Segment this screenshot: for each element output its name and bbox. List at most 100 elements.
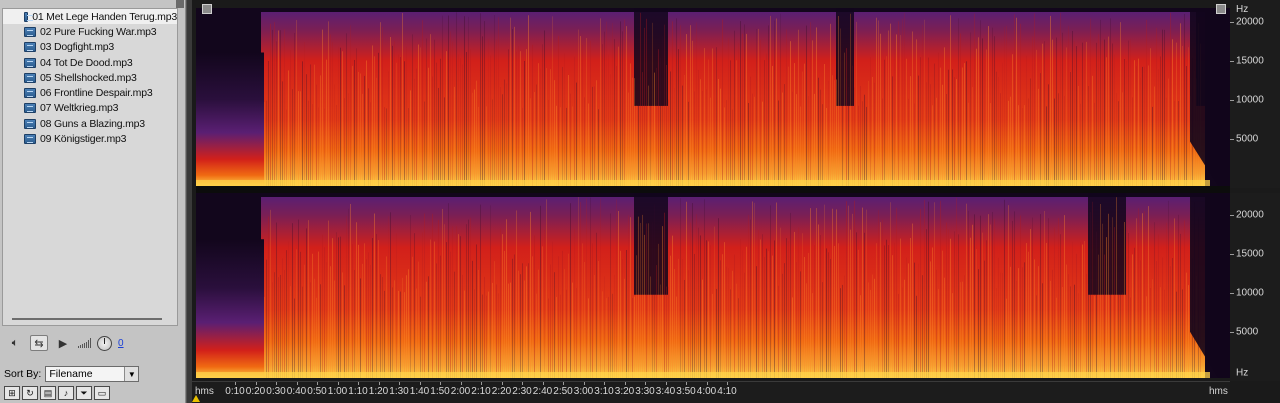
loop-button[interactable]: ⇆ [30, 335, 48, 351]
file-list-item[interactable]: 05 Shellshocked.mp3 [3, 70, 177, 85]
time-label: 3:20 [614, 386, 635, 397]
zoom-corner-left-icon[interactable] [202, 4, 212, 14]
time-tick [235, 382, 236, 385]
file-list-item[interactable]: 07 Weltkrieg.mp3 [3, 101, 177, 116]
freq-label: 10000 [1236, 94, 1264, 106]
freq-tick [1230, 99, 1234, 101]
audio-file-icon [24, 103, 36, 114]
time-label: 3:50 [676, 386, 696, 397]
freq-label: 20000 [1236, 209, 1264, 221]
filter-icon[interactable]: ⏷ [76, 386, 92, 400]
time-tick [542, 382, 544, 385]
time-label: 2:10 [471, 386, 491, 397]
freq-label: 10000 [1236, 287, 1264, 299]
freq-tick [1230, 21, 1234, 23]
frequency-scale-bottom: 20000 15000 10000 5000 Hz [1230, 193, 1280, 381]
volume-knob[interactable] [97, 335, 112, 351]
time-tick [501, 382, 503, 385]
sort-by-select[interactable]: Filename ▼ [45, 366, 140, 382]
freq-label: 5000 [1236, 133, 1259, 145]
refresh-icon[interactable]: ↻ [22, 386, 38, 400]
file-name: 09 Königstiger.mp3 [40, 133, 127, 146]
time-tick [255, 382, 257, 385]
file-list-item[interactable]: 01 Met Lege Handen Terug.mp3 [3, 9, 177, 25]
time-label: 0:30 [266, 386, 286, 397]
time-tick [481, 382, 482, 385]
freq-unit-label: Hz [1236, 4, 1249, 15]
audio-file-icon [24, 88, 36, 99]
time-label: 3:40 [655, 386, 676, 397]
sort-by-label: Sort By: [4, 368, 42, 380]
time-label: 2:20 [491, 386, 512, 397]
zoom-corner-right-icon[interactable] [1216, 4, 1226, 14]
spectral-display[interactable]: 20000 15000 10000 5000 Hz 20000 15000 10000 500… [192, 0, 1280, 403]
time-tick [358, 382, 359, 385]
time-tick [563, 382, 564, 385]
list-scroll-corner[interactable] [176, 0, 184, 8]
file-list-item[interactable]: 06 Frontline Despair.mp3 [3, 85, 177, 100]
time-label: 2:40 [532, 386, 553, 397]
insert-icon[interactable]: ⊞ [4, 386, 20, 400]
file-name: 06 Frontline Despair.mp3 [40, 87, 153, 100]
browser-toolbar: ⊞ ↻ ▤ ♪ ⏷ ▭ [4, 386, 110, 400]
file-list-item[interactable]: 02 Pure Fucking War.mp3 [3, 24, 177, 39]
file-name: 02 Pure Fucking War.mp3 [40, 25, 157, 38]
spectrogram-channel-left[interactable] [196, 8, 1230, 186]
time-tick [706, 382, 708, 385]
options-icon[interactable]: ▭ [94, 386, 110, 400]
file-list-item[interactable]: 04 Tot De Dood.mp3 [3, 55, 177, 70]
film-icon[interactable]: ▤ [40, 386, 56, 400]
time-label: 0:40 [286, 386, 307, 397]
list-horizontal-scrollbar[interactable] [12, 318, 162, 320]
freq-label: 5000 [1236, 326, 1259, 338]
file-browser-panel: 01 Met Lege Handen Terug.mp3 02 Pure Fuck… [0, 0, 186, 403]
time-tick [624, 382, 626, 385]
time-tick [440, 382, 441, 385]
time-label: 4:10 [717, 386, 737, 397]
time-tick [296, 382, 298, 385]
audio-file-icon [24, 72, 36, 83]
preview-transport-bar: 🔈︎ ⇆ ▶ 0 [2, 332, 178, 354]
audio-file-icon [24, 11, 34, 22]
freq-label: 15000 [1236, 248, 1264, 260]
freq-tick [1230, 138, 1234, 140]
time-label: 1:20 [368, 386, 389, 397]
audio-file-icon [24, 118, 36, 129]
file-list-item[interactable]: 09 Königstiger.mp3 [3, 131, 177, 146]
audio-file-icon[interactable]: ♪ [58, 386, 74, 400]
audio-file-icon [24, 57, 36, 68]
time-label: 1:00 [327, 386, 348, 397]
time-label: 2:00 [450, 386, 471, 397]
time-ruler[interactable]: hms 0:10 0:20 0:30 0:40 0:50 1:00 1:10 1:20 1:30 1… [192, 381, 1230, 403]
frequency-scale-top: 20000 15000 10000 5000 Hz [1230, 0, 1280, 188]
spectrogram-channel-right[interactable] [196, 193, 1230, 378]
time-tick [460, 382, 462, 385]
time-label: 2:50 [553, 386, 573, 397]
time-label: 4:00 [696, 386, 717, 397]
chevron-down-icon[interactable]: ▼ [124, 367, 139, 381]
time-tick [645, 382, 646, 385]
file-name: 07 Weltkrieg.mp3 [40, 102, 119, 115]
time-tick [378, 382, 380, 385]
time-tick [686, 382, 687, 385]
audio-file-icon [24, 134, 36, 145]
file-list-item[interactable]: 08 Guns a Blazing.mp3 [3, 116, 177, 131]
playhead-marker[interactable] [192, 395, 200, 402]
file-list-item[interactable]: 03 Dogfight.mp3 [3, 40, 177, 55]
file-name: 08 Guns a Blazing.mp3 [40, 117, 145, 130]
time-tick [337, 382, 339, 385]
time-tick [583, 382, 585, 385]
play-icon[interactable]: ▶ [54, 335, 72, 351]
speaker-icon[interactable]: 🔈︎ [6, 335, 24, 351]
time-label: 3:10 [594, 386, 614, 397]
file-list[interactable]: 01 Met Lege Handen Terug.mp3 02 Pure Fuck… [2, 8, 178, 326]
freq-tick [1230, 60, 1234, 62]
time-unit-right: hms [1209, 386, 1228, 397]
volume-value[interactable]: 0 [118, 338, 124, 349]
volume-meter-icon [78, 338, 91, 348]
freq-tick [1230, 331, 1234, 333]
time-tick [399, 382, 400, 385]
time-tick [276, 382, 277, 385]
time-tick [665, 382, 667, 385]
time-label: 3:30 [635, 386, 655, 397]
